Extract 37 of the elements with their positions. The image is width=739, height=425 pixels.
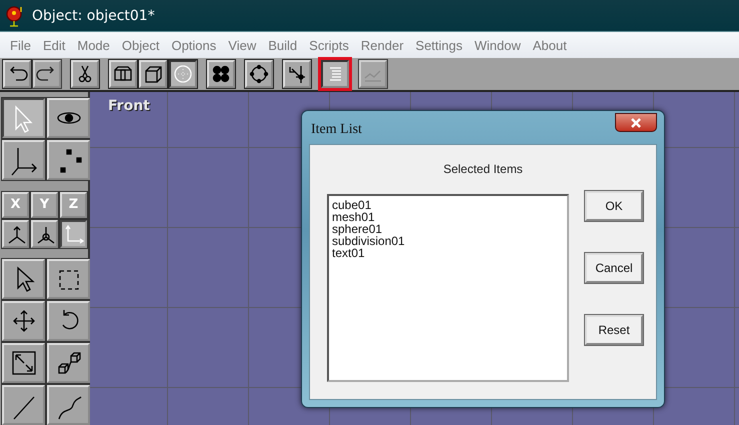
dialog-title: Item List xyxy=(310,120,362,138)
axis-button[interactable]: Z xyxy=(60,192,87,218)
menu-item[interactable]: Options xyxy=(165,38,222,52)
menu-item[interactable]: Scripts xyxy=(303,38,355,52)
sphere-icon xyxy=(172,63,194,85)
menu-item[interactable]: Build xyxy=(262,38,304,52)
menu-item[interactable]: File xyxy=(4,38,37,52)
axis-button[interactable]: Y xyxy=(31,192,58,218)
list-heading: Selected Items xyxy=(442,162,524,176)
menu-item[interactable]: Render xyxy=(354,38,410,52)
four-dots-icon xyxy=(210,63,232,85)
viewport-label: Front xyxy=(108,98,150,114)
menu-item[interactable]: Object xyxy=(116,38,166,52)
toolbar-button[interactable] xyxy=(321,60,349,88)
menu-item[interactable]: About xyxy=(526,38,573,52)
menu-item[interactable]: Mode xyxy=(71,38,116,52)
tool-button[interactable] xyxy=(2,98,45,138)
corner-axes-icon xyxy=(62,222,84,244)
ring-icon xyxy=(248,63,270,85)
list-item[interactable]: mesh01 xyxy=(332,211,375,223)
window-title: Object: object01* xyxy=(32,8,155,24)
list-item[interactable]: cube01 xyxy=(332,199,372,211)
close-icon xyxy=(630,116,642,128)
dialog-button[interactable]: Cancel xyxy=(585,253,643,283)
toolbar-button[interactable] xyxy=(169,60,197,88)
dialog-button[interactable]: OK xyxy=(585,191,643,221)
menu-item[interactable]: View xyxy=(222,38,262,52)
list-item[interactable]: sphere01 xyxy=(332,223,382,235)
tool-button[interactable] xyxy=(60,220,87,248)
list-item[interactable]: text01 xyxy=(332,247,365,259)
menu-item[interactable]: Edit xyxy=(36,38,72,52)
menu-item[interactable]: Window xyxy=(468,38,527,52)
close-button[interactable] xyxy=(615,113,657,132)
axis-button[interactable]: X xyxy=(2,192,29,218)
dialog-button[interactable]: Reset xyxy=(585,315,643,345)
list-item[interactable]: subdivision01 xyxy=(332,235,405,247)
menu-item[interactable]: Settings xyxy=(410,38,469,52)
